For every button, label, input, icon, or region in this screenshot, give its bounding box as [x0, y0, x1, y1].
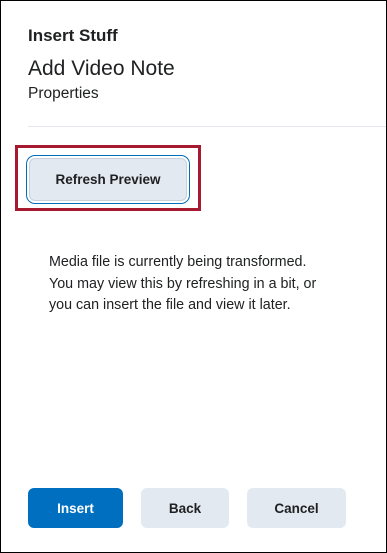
header-divider — [28, 126, 386, 127]
transform-status-message: Media file is currently being transforme… — [49, 254, 317, 313]
page-title: Add Video Note — [28, 57, 175, 80]
dialog-footer: Insert Back Cancel — [28, 488, 346, 528]
panel-header: Insert Stuff Add Video Note Properties — [28, 25, 386, 104]
back-button[interactable]: Back — [141, 488, 229, 528]
refresh-preview-button[interactable]: Refresh Preview — [29, 158, 187, 201]
dialog-panel: Insert Stuff Add Video Note Properties R… — [0, 0, 387, 553]
insert-button[interactable]: Insert — [28, 488, 123, 528]
cancel-button[interactable]: Cancel — [247, 488, 346, 528]
page-subtitle: Properties — [28, 85, 99, 102]
dialog-title: Insert Stuff — [28, 26, 118, 45]
